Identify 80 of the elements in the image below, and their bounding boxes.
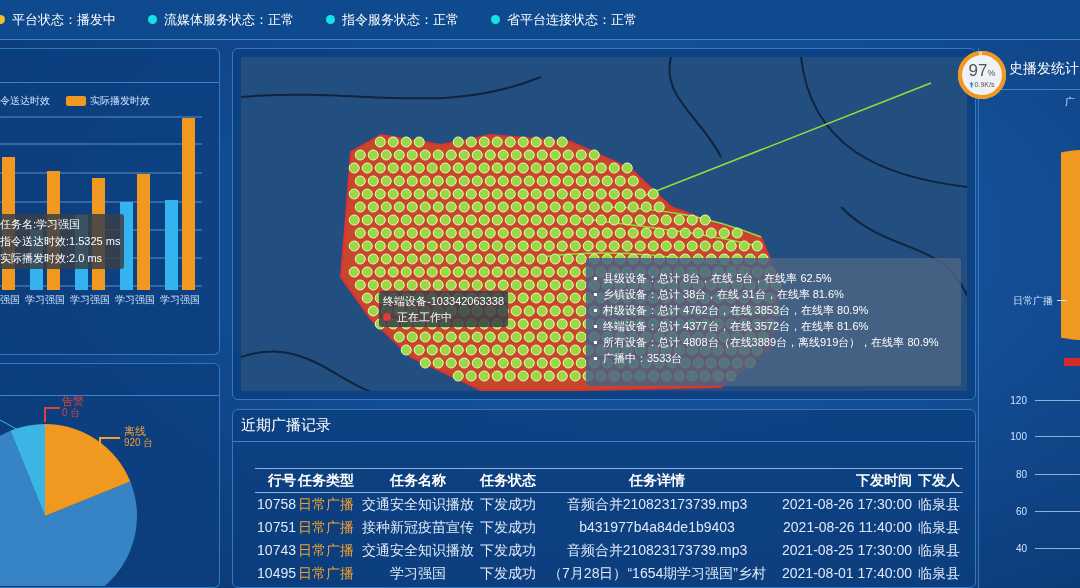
table-cell-text: 音频合并210823173739.mp3: [565, 495, 749, 514]
column-header: 任务类型: [297, 471, 355, 490]
device-status: 正在工作中: [397, 310, 452, 325]
stats-line: 乡镇设备：总计 38台，在线 31台，在线率 81.6%: [603, 287, 844, 302]
table-cell-text: 10495: [256, 564, 297, 583]
pie-label: 日常广播: [1013, 294, 1053, 308]
gauge-unit: %: [987, 69, 996, 78]
pie-count: 920 台: [124, 437, 154, 448]
table-cell-text: 2021-08-01 17:40:00: [781, 564, 913, 583]
column-header: 下发人: [917, 471, 961, 490]
axis-label: 学习强国: [113, 293, 156, 307]
table-cell-text: 2021-08-26 11:40:00: [782, 518, 913, 537]
table-cell-text: 日常广播: [297, 518, 355, 537]
panel-title: 史播发统计: [1009, 59, 1079, 78]
column-header: 任务详情: [627, 471, 686, 490]
axis-tick-label: 60: [1014, 505, 1027, 519]
table-cell-text: 10751: [256, 518, 297, 537]
stats-line: 所有设备：总计 4808台（在线3889台，离线919台），在线率 80.9%: [603, 335, 939, 350]
axis-tick-label: 40: [1014, 542, 1027, 556]
table-cell-text: 10758: [256, 495, 297, 514]
column-header: 行号: [267, 471, 297, 490]
bullet-icon: [594, 340, 597, 344]
legend-label: 实际播发时效: [90, 94, 150, 108]
table-cell-text: 临泉县: [917, 541, 961, 560]
status-label: 指令服务状态：正常: [342, 10, 459, 29]
table-cell-text: 学习强国: [389, 564, 447, 583]
status-label: 流媒体服务状态：正常: [164, 10, 294, 29]
stats-line: 终端设备：总计 4377台，在线 3572台，在线率 81.6%: [603, 319, 869, 334]
stats-line: 村级设备：总计 4762台，在线 3853台，在线率 80.9%: [603, 303, 869, 318]
table-cell-text: b431977b4a84de1b9403: [578, 518, 736, 537]
table-cell-text: 下发成功: [479, 518, 537, 537]
pie-label: 广: [1065, 95, 1075, 109]
axis-tick-label: 80: [1014, 468, 1027, 482]
panel-title: 近期广播记录: [241, 415, 331, 436]
table-cell-text: 下发成功: [479, 541, 537, 560]
axis-label: 学习强国: [158, 293, 201, 307]
axis-tick-label: 120: [1009, 394, 1027, 408]
table-cell-text: （7月28日）“1654期学习强国”乡村: [547, 564, 767, 583]
axis-label: 学习强国: [23, 293, 66, 307]
legend-label: 令送达时效: [0, 94, 50, 108]
axis-tick-label: 100: [1009, 430, 1027, 444]
bullet-icon: [594, 356, 597, 360]
table-cell-text: 临泉县: [917, 518, 961, 537]
tooltip-line: 指令送达时效:1.5325 ms: [0, 234, 122, 249]
table-cell-text: 下发成功: [479, 564, 537, 583]
device-id: 终端设备-103342063338: [383, 294, 505, 309]
table-cell-text: 交通安全知识播放: [361, 495, 475, 514]
leader-line: [1057, 300, 1067, 301]
table-cell-text: 日常广播: [297, 564, 355, 583]
axis-label: 强国: [0, 293, 21, 307]
bullet-icon: [594, 324, 597, 328]
bullet-icon: [594, 292, 597, 296]
status-label: 省平台连接状态：正常: [507, 10, 637, 29]
bullet-icon: [594, 276, 597, 280]
table-cell-text: 临泉县: [917, 564, 961, 583]
stats-line: 广播中：3533台: [603, 351, 683, 366]
pie-label: 告警: [62, 396, 84, 407]
table-cell-text: 日常广播: [297, 495, 355, 514]
table-cell-text: 日常广播: [297, 541, 355, 560]
table-cell-text: 接种新冠疫苗宣传: [361, 518, 475, 537]
column-header: 任务状态: [478, 471, 537, 490]
table-cell-text: 10743: [256, 541, 297, 560]
table-cell-text: 临泉县: [917, 495, 961, 514]
tooltip-line: 实际播发时效:2.0 ms: [0, 251, 104, 266]
pie-count: 0 台: [62, 407, 81, 418]
table-cell-text: 下发成功: [479, 495, 537, 514]
legend-swatch: [1064, 358, 1080, 366]
gauge-value: 97: [968, 62, 988, 79]
table-cell-text: 交通安全知识播放: [361, 541, 475, 560]
table-cell-text: 音频合并210823173739.mp3: [565, 541, 749, 560]
axis-label: 学习强国: [68, 293, 111, 307]
tooltip-line: 任务名:学习强国: [0, 217, 82, 232]
pie-label: 离线: [124, 425, 146, 437]
bullet-icon: [594, 308, 597, 312]
table-cell-text: 2021-08-26 17:30:00: [781, 495, 913, 514]
column-header: 任务名称: [388, 471, 447, 490]
stats-line: 县级设备：总计 8台，在线 5台，在线率 62.5%: [603, 271, 832, 286]
table-cell-text: 2021-08-25 17:30:00: [781, 541, 913, 560]
column-header: 下发时间: [855, 471, 913, 490]
status-label: 平台状态：播发中: [12, 10, 116, 29]
